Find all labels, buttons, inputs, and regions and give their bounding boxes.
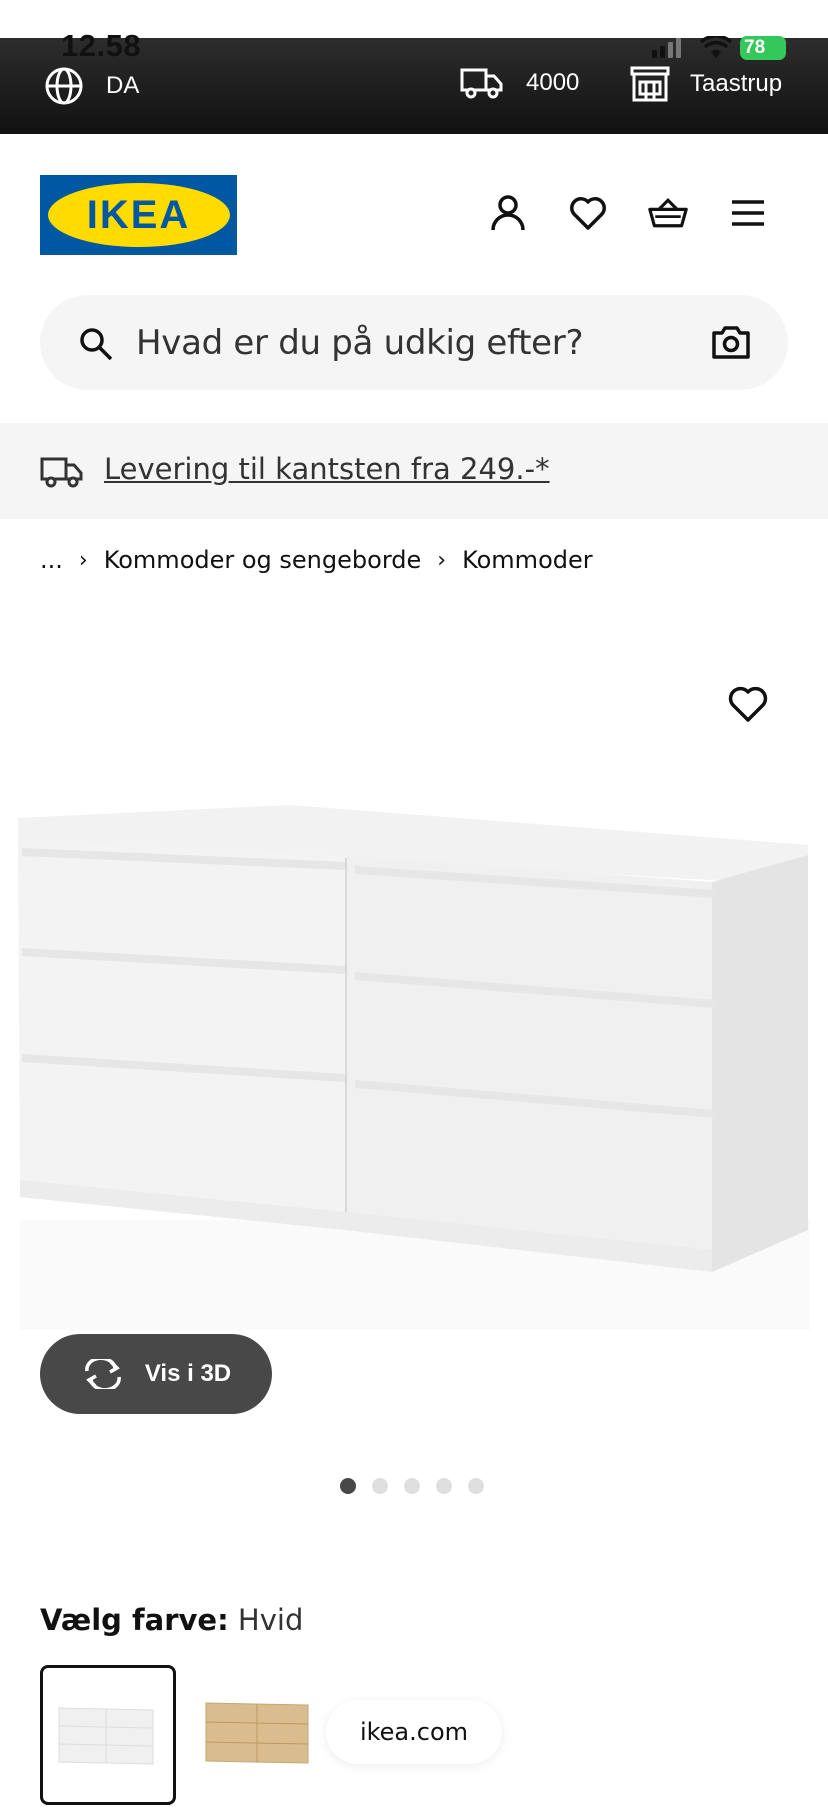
view-3d-button[interactable]: Vis i 3D [40, 1334, 272, 1414]
postal-code-label: 4000 [526, 69, 580, 96]
language-selector[interactable]: DA [44, 66, 139, 106]
dresser-image [0, 600, 828, 1330]
cellular-signal-icon [652, 38, 681, 58]
rotate-3d-icon [85, 1359, 121, 1389]
search-bar[interactable]: Hvad er du på udkig efter? [40, 295, 788, 390]
truck-icon [460, 68, 503, 99]
color-value: Hvid [237, 1603, 304, 1637]
basket-icon[interactable] [648, 193, 688, 233]
store-icon [630, 66, 670, 102]
delivery-banner-link[interactable]: Levering til kantsten fra 249.-* [104, 452, 550, 486]
view-3d-label: Vis i 3D [144, 1360, 232, 1387]
wifi-icon [699, 34, 733, 65]
battery-level: 78 [744, 37, 766, 58]
chevron-right-icon: › [437, 547, 447, 573]
chevron-right-icon: › [78, 547, 88, 573]
product-image[interactable] [0, 600, 828, 1330]
image-carousel-dots [340, 1478, 484, 1494]
store-label: Taastrup [690, 70, 783, 97]
breadcrumb: ... › Kommoder og sengeborde › Kommoder [40, 546, 593, 574]
truck-icon [40, 455, 84, 494]
search-input[interactable]: Hvad er du på udkig efter? [136, 323, 584, 363]
postal-code-selector[interactable]: 4000 [460, 66, 579, 100]
carousel-dot[interactable] [372, 1478, 388, 1494]
white-dresser-thumbnail [58, 1707, 154, 1765]
battery-indicator: 78 [740, 36, 786, 60]
breadcrumb-item-dressers-nightstands[interactable]: Kommoder og sengeborde [104, 546, 422, 574]
carousel-dot[interactable] [340, 1478, 356, 1494]
search-icon [78, 326, 114, 367]
ikea-logo[interactable]: IKEA [40, 175, 237, 255]
color-selector-heading: Vælg farve: Hvid [40, 1603, 303, 1637]
breadcrumb-item-ellipsis[interactable]: ... [40, 546, 63, 574]
oak-dresser-thumbnail [205, 1702, 309, 1764]
breadcrumb-item-dressers[interactable]: Kommoder [462, 546, 593, 574]
color-swatch-oak[interactable] [196, 1665, 332, 1805]
camera-icon[interactable] [712, 325, 750, 364]
color-swatch-white[interactable] [40, 1665, 176, 1805]
logo-text: IKEA [86, 192, 191, 237]
browser-domain: ikea.com [359, 1718, 469, 1746]
globe-icon [45, 67, 83, 105]
browser-address-pill[interactable]: ikea.com [326, 1700, 502, 1764]
status-time: 12.58 [61, 28, 142, 63]
carousel-dot[interactable] [404, 1478, 420, 1494]
language-label: DA [106, 72, 140, 99]
favorite-heart-icon[interactable] [726, 684, 770, 729]
delivery-banner[interactable]: Levering til kantsten fra 249.-* [0, 423, 828, 519]
menu-icon[interactable] [728, 193, 768, 233]
carousel-dot[interactable] [468, 1478, 484, 1494]
logo-ellipse: IKEA [47, 183, 230, 247]
color-label: Vælg farve: [40, 1603, 229, 1637]
user-icon[interactable] [488, 193, 528, 233]
store-selector[interactable]: Taastrup [630, 66, 782, 102]
heart-icon[interactable] [568, 193, 608, 233]
carousel-dot[interactable] [436, 1478, 452, 1494]
